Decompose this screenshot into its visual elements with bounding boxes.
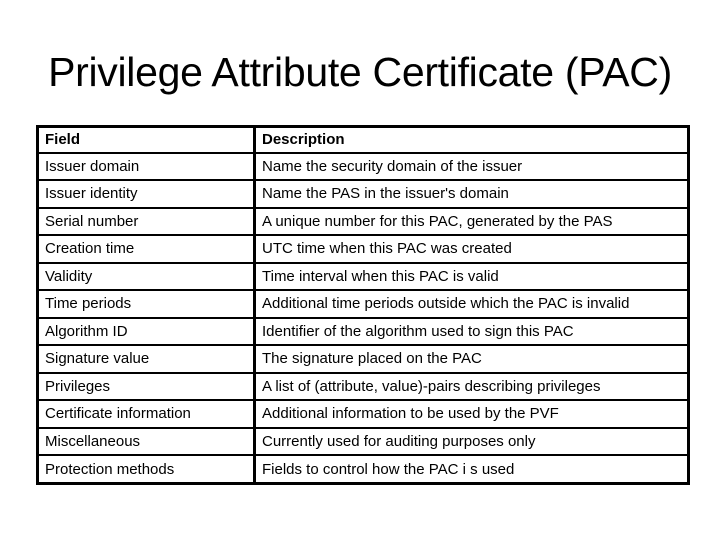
slide-title: Privilege Attribute Certificate (PAC) — [48, 49, 672, 95]
field-cell: Creation time — [36, 234, 256, 264]
field-cell: Issuer identity — [36, 179, 256, 209]
pac-fields-table: Field Description Issuer domain Name the … — [36, 125, 690, 485]
table-row: Validity Time interval when this PAC is v… — [36, 261, 690, 292]
field-cell: Miscellaneous — [36, 426, 256, 457]
description-cell: Identifier of the algorithm used to sign… — [253, 316, 690, 347]
description-cell: A list of (attribute, value)-pairs descr… — [253, 371, 690, 402]
description-cell: Additional time periods outside which th… — [253, 289, 690, 319]
description-cell: The signature placed on the PAC — [253, 344, 690, 374]
description-cell: UTC time when this PAC was created — [253, 234, 690, 264]
table-header-row: Field Description — [36, 125, 690, 154]
field-cell: Privileges — [36, 371, 256, 402]
table-row: Time periods Additional time periods outs… — [36, 289, 690, 319]
table-row: Privileges A list of (attribute, value)-p… — [36, 371, 690, 402]
field-cell: Algorithm ID — [36, 316, 256, 347]
table-row: Serial number A unique number for this PA… — [36, 206, 690, 237]
field-cell: Certificate information — [36, 399, 256, 429]
description-cell: Time interval when this PAC is valid — [253, 261, 690, 292]
header-field: Field — [36, 125, 256, 154]
field-cell: Time periods — [36, 289, 256, 319]
table-row: Algorithm ID Identifier of the algorithm … — [36, 316, 690, 347]
header-description: Description — [253, 125, 690, 154]
description-cell: Name the PAS in the issuer's domain — [253, 179, 690, 209]
table-row: Miscellaneous Currently used for auditing… — [36, 426, 690, 457]
description-cell: Currently used for auditing purposes onl… — [253, 426, 690, 457]
description-cell: A unique number for this PAC, generated … — [253, 206, 690, 237]
field-cell: Signature value — [36, 344, 256, 374]
description-cell: Name the security domain of the issuer — [253, 151, 690, 182]
field-cell: Serial number — [36, 206, 256, 237]
table-row: Signature value The signature placed on t… — [36, 344, 690, 374]
field-cell: Protection methods — [36, 454, 256, 485]
table-row: Creation time UTC time when this PAC was … — [36, 234, 690, 264]
table-row: Protection methods Fields to control how … — [36, 454, 690, 485]
description-cell: Additional information to be used by the… — [253, 399, 690, 429]
table-row: Issuer domain Name the security domain of… — [36, 151, 690, 182]
table-row: Certificate information Additional inform… — [36, 399, 690, 429]
field-cell: Validity — [36, 261, 256, 292]
table-row: Issuer identity Name the PAS in the issue… — [36, 179, 690, 209]
field-cell: Issuer domain — [36, 151, 256, 182]
description-cell: Fields to control how the PAC i s used — [253, 454, 690, 485]
